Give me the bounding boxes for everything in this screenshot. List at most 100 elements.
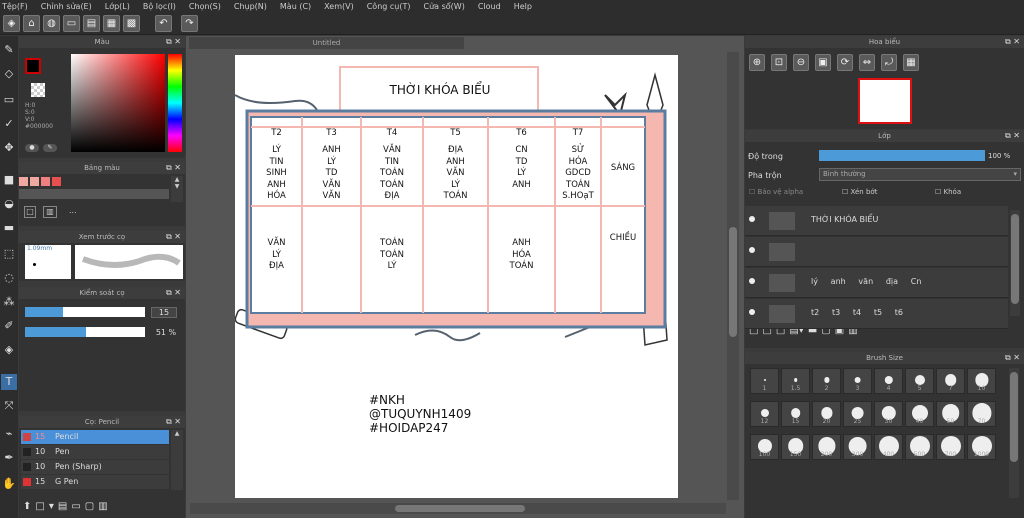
zoom-in-icon[interactable]: ⊕: [749, 54, 765, 71]
palette-controls-icon[interactable]: ⧉ ✕: [166, 162, 181, 174]
brush-size-controls-icon[interactable]: ⧉ ✕: [1005, 352, 1020, 364]
dropper-tool-icon[interactable]: ⌁: [1, 426, 17, 442]
eraser-tool-icon[interactable]: ◇: [1, 66, 17, 82]
brush-size-scroll[interactable]: [1009, 368, 1019, 498]
frame-icon[interactable]: ▦: [103, 15, 120, 32]
brush-size-button[interactable]: 700: [936, 434, 965, 460]
zoom-fit-icon[interactable]: ⊡: [771, 54, 787, 71]
brush-size-button[interactable]: 30: [874, 401, 903, 427]
brush-list-item[interactable]: 15 Pencil: [21, 430, 169, 444]
menu-item[interactable]: Cửa sổ(W): [424, 2, 465, 11]
layer-row[interactable]: t2 t3 t4 t5 t6: [745, 299, 1008, 329]
menu-item[interactable]: Chỉnh sửa(E): [41, 2, 92, 11]
opacity-slider[interactable]: [819, 150, 985, 161]
nav-settings-icon[interactable]: ▦: [903, 54, 919, 71]
menu-item[interactable]: Xem(V): [324, 2, 354, 11]
swap-color-icon[interactable]: ✎: [43, 144, 57, 152]
lock-checkbox[interactable]: ☐ Khóa: [935, 188, 961, 196]
grid-icon[interactable]: ▩: [123, 15, 140, 32]
menu-item[interactable]: Help: [514, 2, 532, 11]
brush-size-button[interactable]: 7: [936, 368, 965, 394]
transform-tool-icon[interactable]: ⤧: [1, 398, 17, 414]
new-brush-icon[interactable]: □: [35, 501, 44, 512]
color-mode-icon[interactable]: ●: [25, 144, 39, 152]
brush-size-button[interactable]: 12: [750, 401, 779, 427]
blend-select[interactable]: Bình thường ▾: [819, 168, 1021, 181]
speech-bubble-icon[interactable]: ◍: [43, 15, 60, 32]
brush-list-item[interactable]: 10 Pen (Sharp): [21, 460, 169, 474]
menu-item[interactable]: Tệp(F): [2, 2, 28, 11]
palette-swatch[interactable]: [19, 177, 28, 186]
lock-icon[interactable]: ⌂: [23, 15, 40, 32]
brush-size-button[interactable]: 15: [781, 401, 810, 427]
brush-size-button[interactable]: 10: [967, 368, 996, 394]
brush-folder-icon[interactable]: ▭: [71, 501, 80, 512]
protect-alpha-checkbox[interactable]: ☐ Bảo vệ alpha: [749, 188, 803, 196]
brush-size-button[interactable]: 400: [874, 434, 903, 460]
brush-size-button[interactable]: 200: [812, 434, 841, 460]
clipping-checkbox[interactable]: ☐ Xén bớt: [842, 188, 877, 196]
brush-list-scroll[interactable]: ▲: [171, 430, 183, 490]
sel-pen-icon[interactable]: ✐: [1, 318, 17, 334]
brush-settings-icon[interactable]: ⬆: [23, 501, 31, 512]
saturation-value-picker[interactable]: [71, 54, 165, 152]
layer-row[interactable]: THỜI KHÓA BIỂU: [745, 206, 1008, 236]
layer-row[interactable]: lý anh văn địa Cn: [745, 268, 1008, 298]
page-icon[interactable]: ▤: [83, 15, 100, 32]
brush-size-button[interactable]: 70: [967, 401, 996, 427]
brush-delete-icon[interactable]: ▥: [98, 501, 107, 512]
brush-list-controls-icon[interactable]: ⧉ ✕: [166, 416, 181, 428]
magic-wand-icon[interactable]: ⁂: [1, 294, 17, 310]
sel-eraser-icon[interactable]: ◈: [1, 342, 17, 358]
comment-icon[interactable]: ▭: [63, 15, 80, 32]
brush-tool-icon[interactable]: ✓: [1, 116, 17, 132]
canvas-icon[interactable]: ◈: [3, 15, 20, 32]
preview-controls-icon[interactable]: ⧉ ✕: [166, 231, 181, 243]
menu-item[interactable]: Chọn(S): [189, 2, 221, 11]
menu-item[interactable]: Lớp(L): [105, 2, 130, 11]
canvas-vscroll[interactable]: [727, 52, 739, 500]
brush-size-button[interactable]: 1000: [967, 434, 996, 460]
brush-list-item[interactable]: 15 G Pen: [21, 475, 169, 489]
fill-tool-icon[interactable]: ◒: [1, 196, 17, 212]
brush-size-button[interactable]: 2: [812, 368, 841, 394]
foreground-color[interactable]: [25, 58, 41, 74]
panel-controls-icon[interactable]: ⧉ ✕: [166, 36, 181, 48]
select-tool-icon[interactable]: ⬚: [1, 246, 17, 262]
brush-size-button[interactable]: 100: [750, 434, 779, 460]
new-palette-icon[interactable]: □: [24, 206, 36, 218]
brush-size-button[interactable]: 150: [781, 434, 810, 460]
rotate-icon[interactable]: ⟳: [837, 54, 853, 71]
brush-size-button[interactable]: 50: [936, 401, 965, 427]
brush-size-button[interactable]: 25: [843, 401, 872, 427]
brush-size-button[interactable]: 500: [905, 434, 934, 460]
hand-dropper-icon[interactable]: ✒: [1, 450, 17, 466]
lasso-tool-icon[interactable]: ◌: [1, 270, 17, 286]
text-tool-icon[interactable]: T: [1, 374, 17, 390]
brush-size-button[interactable]: 4: [874, 368, 903, 394]
brush-list-item[interactable]: 10 Pen: [21, 445, 169, 459]
background-color[interactable]: [31, 83, 45, 97]
delete-palette-icon[interactable]: ▥: [43, 206, 57, 218]
layer-visibility-icon[interactable]: [749, 278, 755, 284]
brush-size-button[interactable]: 20: [812, 401, 841, 427]
navigator-thumbnail[interactable]: [858, 78, 912, 124]
gradient-tool-icon[interactable]: ▬: [1, 220, 17, 236]
brush-size-slider[interactable]: [25, 307, 145, 317]
brush-size-value[interactable]: 15: [151, 307, 177, 318]
menu-item[interactable]: Chụp(N): [234, 2, 267, 11]
actual-size-icon[interactable]: ▣: [815, 54, 831, 71]
brush-size-button[interactable]: 3: [843, 368, 872, 394]
layer-visibility-icon[interactable]: [749, 216, 755, 222]
brush-size-button[interactable]: 5: [905, 368, 934, 394]
brush-size-button[interactable]: 1.5: [781, 368, 810, 394]
flip-icon[interactable]: ⇔: [859, 54, 875, 71]
brush-size-button[interactable]: 1: [750, 368, 779, 394]
zoom-out-icon[interactable]: ⊖: [793, 54, 809, 71]
reset-view-icon[interactable]: ⤾: [881, 54, 897, 71]
palette-more[interactable]: ...: [69, 206, 77, 215]
menu-item[interactable]: Màu (C): [280, 2, 311, 11]
control-controls-icon[interactable]: ⧉ ✕: [166, 287, 181, 299]
layer-visibility-icon[interactable]: [749, 247, 755, 253]
shape-tool-icon[interactable]: ▭: [1, 92, 17, 108]
